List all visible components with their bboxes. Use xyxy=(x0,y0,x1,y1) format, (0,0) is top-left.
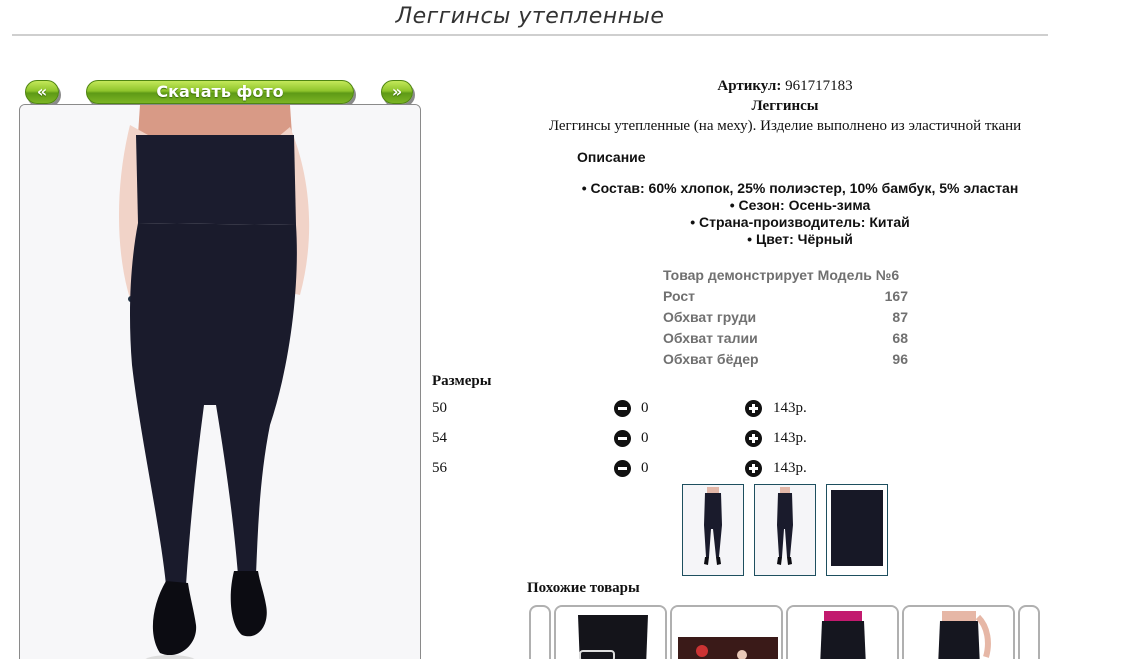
thumbnail-front[interactable] xyxy=(682,484,744,576)
size-label: 56 xyxy=(432,460,447,476)
measurement-value: 167 xyxy=(884,287,908,304)
description-bullets: • Состав: 60% хлопок, 25% полиэстер, 10%… xyxy=(560,180,1040,248)
similar-scroll-right[interactable] xyxy=(1018,605,1040,659)
similar-scroll-left[interactable] xyxy=(529,605,551,659)
measurement-row: Обхват талии 68 xyxy=(663,327,908,348)
size-label: 54 xyxy=(432,430,447,446)
model-heading: Товар демонстрирует Модель №6 xyxy=(663,264,908,285)
product-summary: Леггинсы утепленные (на меху). Изделие в… xyxy=(548,118,1022,134)
measurement-value: 96 xyxy=(892,350,908,367)
size-row: 56 0 143р. xyxy=(432,457,832,481)
thumbnail-fabric-image xyxy=(827,485,887,575)
measurement-label: Обхват бёдер xyxy=(663,350,759,367)
similar-product-image xyxy=(788,607,897,659)
measurement-row: Обхват груди 87 xyxy=(663,306,908,327)
thumbnail-side-image xyxy=(755,485,815,575)
thumbnail-fabric[interactable] xyxy=(826,484,888,576)
measurement-row: Рост 167 xyxy=(663,285,908,306)
similar-product-image xyxy=(904,607,1013,659)
similar-product-card[interactable] xyxy=(902,605,1015,659)
bullet-text: Страна-производитель: Китай xyxy=(699,214,910,230)
measurement-label: Обхват талии xyxy=(663,329,758,346)
sizes-heading: Размеры xyxy=(432,373,492,389)
bullet-item: • Цвет: Чёрный xyxy=(747,231,853,247)
article-line: Артикул: 961717183 xyxy=(530,76,1040,96)
bullet-item: • Сезон: Осень-зима xyxy=(729,197,871,213)
plus-icon[interactable] xyxy=(745,460,762,477)
measurement-value: 68 xyxy=(892,329,908,346)
minus-icon[interactable] xyxy=(614,460,631,477)
minus-icon[interactable] xyxy=(614,400,631,417)
similar-product-card[interactable] xyxy=(554,605,667,659)
bullet-text: Цвет: Чёрный xyxy=(755,231,853,247)
bullet-item: • Страна-производитель: Китай xyxy=(690,214,910,230)
model-measurements: Товар демонстрирует Модель №6 Рост 167 Об… xyxy=(663,264,908,369)
size-row: 50 0 143р. xyxy=(432,397,832,421)
similar-products-heading: Похожие товары xyxy=(527,580,640,596)
size-label: 50 xyxy=(432,400,447,416)
leggings-model-image xyxy=(20,105,420,659)
title-divider xyxy=(12,34,1048,36)
size-row: 54 0 143р. xyxy=(432,427,832,451)
model-heading-text: Товар демонстрирует Модель №6 xyxy=(663,266,900,283)
next-photo-button[interactable]: » xyxy=(381,80,413,104)
product-info: Артикул: 961717183 Леггинсы Леггинсы уте… xyxy=(530,76,1040,136)
prev-photo-button[interactable]: « xyxy=(25,80,59,104)
measurement-row: Обхват бёдер 96 xyxy=(663,348,908,369)
minus-icon[interactable] xyxy=(614,430,631,447)
bullet-text: Состав: 60% хлопок, 25% полиэстер, 10% б… xyxy=(590,180,1019,196)
similar-product-card[interactable] xyxy=(786,605,899,659)
bullet-text: Сезон: Осень-зима xyxy=(738,197,871,213)
article-value: 961717183 xyxy=(785,78,853,94)
thumbnail-side[interactable] xyxy=(754,484,816,576)
similar-product-image xyxy=(672,607,781,659)
similar-product-card[interactable] xyxy=(670,605,783,659)
plus-icon[interactable] xyxy=(745,400,762,417)
quantity-value: 0 xyxy=(641,430,649,446)
product-category: Леггинсы xyxy=(751,98,819,114)
measurement-label: Рост xyxy=(663,287,695,304)
description-heading: Описание xyxy=(577,149,646,165)
main-product-photo[interactable] xyxy=(19,104,421,659)
plus-icon[interactable] xyxy=(745,430,762,447)
similar-product-image xyxy=(556,607,665,659)
quantity-value: 0 xyxy=(641,400,649,416)
measurement-value: 87 xyxy=(892,308,908,325)
article-label: Артикул: xyxy=(717,78,782,94)
quantity-value: 0 xyxy=(641,460,649,476)
download-photo-button[interactable]: Скачать фото xyxy=(86,80,354,104)
size-price: 143р. xyxy=(773,430,807,446)
bullet-item: • Состав: 60% хлопок, 25% полиэстер, 10%… xyxy=(581,180,1019,196)
thumbnail-front-image xyxy=(683,485,743,575)
page-title: Леггинсы утепленные xyxy=(395,4,665,29)
size-price: 143р. xyxy=(773,460,807,476)
measurement-label: Обхват груди xyxy=(663,308,757,325)
size-price: 143р. xyxy=(773,400,807,416)
